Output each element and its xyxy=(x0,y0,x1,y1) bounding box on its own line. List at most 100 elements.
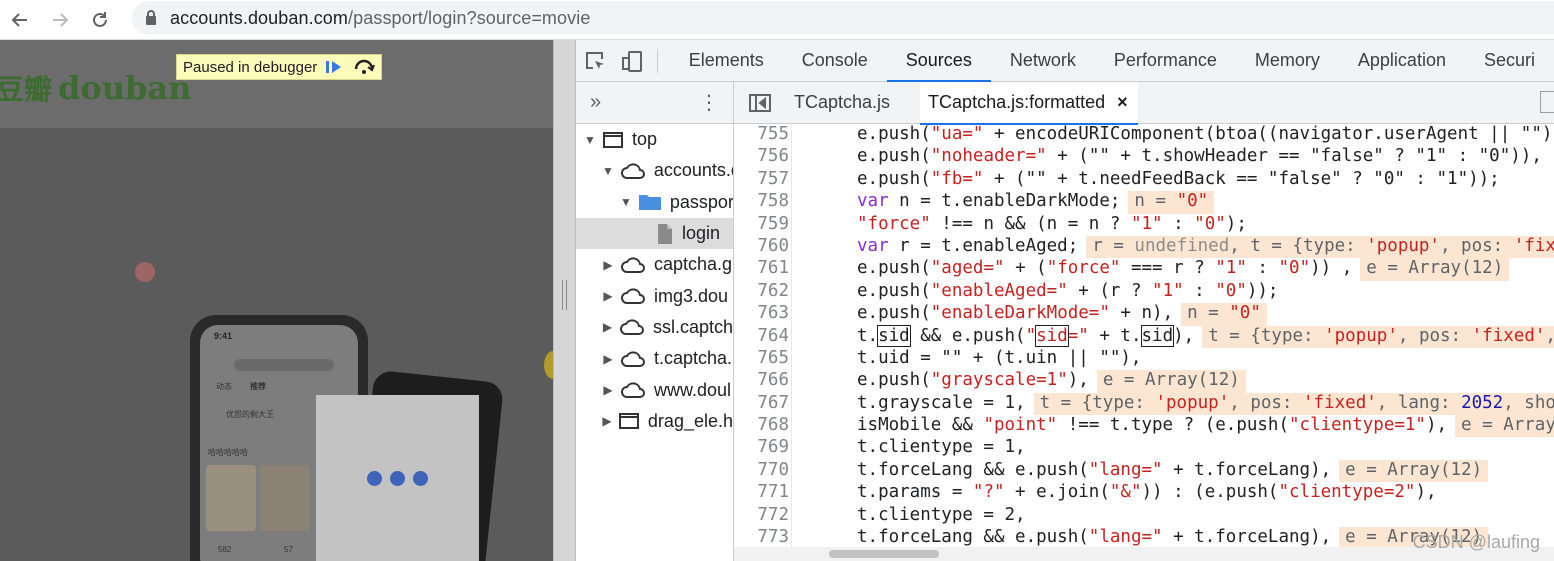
expand-right-icon[interactable]: ▶ xyxy=(602,352,614,366)
close-icon[interactable]: × xyxy=(1117,92,1128,113)
line-number[interactable]: 771 xyxy=(734,482,792,505)
inline-value[interactable]: t = {type: 'popup', pos: 'fixed', xyxy=(1202,325,1554,348)
tab-console[interactable]: Console xyxy=(783,40,887,82)
editor-tab[interactable]: TCaptcha.js:formatted × xyxy=(920,82,1138,125)
code-text: e.push("aged=" + ("force" === r ? "1" : … xyxy=(857,258,1353,279)
tree-item[interactable]: ▼ passpor xyxy=(576,187,733,218)
expand-right-icon[interactable]: ▶ xyxy=(602,289,614,303)
line-number[interactable]: 758 xyxy=(734,191,792,214)
tree-item[interactable]: ▶ img3.dou xyxy=(576,280,733,311)
resume-button[interactable] xyxy=(321,56,347,78)
code-text: e.push("enableDarkMode=" + n), xyxy=(857,303,1174,324)
inline-value[interactable]: n = "0" xyxy=(1128,191,1215,214)
tree-item[interactable]: ▼ accounts.d xyxy=(576,155,733,186)
inline-value[interactable]: e = Array(12) xyxy=(1096,370,1246,393)
devtools-panel: Elements Console Sources Network Performance… xyxy=(576,40,1554,561)
line-number[interactable]: 768 xyxy=(734,415,792,438)
address-bar[interactable]: accounts.douban.com/passport/login?sourc… xyxy=(132,1,1554,35)
cloud-icon xyxy=(619,318,645,336)
pet-photo xyxy=(206,465,256,531)
more-tabs-icon[interactable]: » xyxy=(590,91,601,114)
line-number[interactable]: 760 xyxy=(734,235,792,259)
browser-toolbar: accounts.douban.com/passport/login?sourc… xyxy=(0,0,1554,40)
tab-performance[interactable]: Performance xyxy=(1095,40,1236,82)
scrollbar-thumb[interactable] xyxy=(829,550,939,558)
tab-securi[interactable]: Securi xyxy=(1465,40,1554,82)
toggle-navigator-button[interactable] xyxy=(734,82,786,124)
line-number[interactable]: 759 xyxy=(734,213,792,236)
tab-memory[interactable]: Memory xyxy=(1236,40,1339,82)
code-line: 770 t.forceLang && e.push("lang=" + t.for… xyxy=(734,459,1554,483)
code-line: 771 t.params = "?" + e.join("&")) : (e.pu… xyxy=(734,482,1554,505)
expand-right-icon[interactable]: ▶ xyxy=(602,320,613,334)
back-button[interactable] xyxy=(0,0,40,40)
expand-down-icon[interactable]: ▼ xyxy=(584,133,596,147)
code-text: t.grayscale = 1, xyxy=(857,392,1026,413)
inline-value[interactable]: e = Array(12) xyxy=(1339,459,1489,483)
line-number[interactable]: 763 xyxy=(734,303,792,326)
expand-right-icon[interactable]: ▶ xyxy=(602,414,612,428)
loading-dot xyxy=(413,470,428,486)
phone-user: 优怨的剩大王 xyxy=(226,410,274,419)
code-view[interactable]: 755 e.push("ua=" + encodeURIComponent(bto… xyxy=(734,124,1554,561)
step-over-button[interactable] xyxy=(351,56,377,78)
toggle-debugger-button[interactable] xyxy=(1540,91,1554,113)
reload-button[interactable] xyxy=(80,0,120,40)
forward-button[interactable] xyxy=(40,0,80,40)
expand-down-icon[interactable]: ▼ xyxy=(620,195,632,209)
expand-down-icon[interactable]: ▼ xyxy=(602,164,614,178)
code-line: 764 t.sid && e.push("sid=" + t.sid), t = {… xyxy=(734,324,1554,348)
tab-sources[interactable]: Sources xyxy=(886,40,991,82)
line-number[interactable]: 769 xyxy=(734,437,792,460)
phone-comment-count: 57 xyxy=(284,545,293,554)
inline-value[interactable]: e = Array(12) xyxy=(1360,258,1510,281)
line-number[interactable]: 766 xyxy=(734,370,792,393)
tab-network[interactable]: Network xyxy=(991,40,1095,82)
line-number[interactable]: 764 xyxy=(734,325,792,348)
line-number[interactable]: 756 xyxy=(734,146,792,169)
tree-item[interactable]: login xyxy=(576,217,733,250)
line-number[interactable]: 755 xyxy=(734,124,792,147)
tree-item[interactable]: ▶ ssl.captch xyxy=(576,312,733,343)
line-number[interactable]: 762 xyxy=(734,280,792,304)
inline-value[interactable]: n = "0" xyxy=(1181,303,1267,326)
device-toolbar-button[interactable] xyxy=(613,40,650,82)
line-number[interactable]: 761 xyxy=(734,258,792,281)
code-line: 769 t.clientype = 1, xyxy=(734,437,1554,460)
code-text: t.clientype = 1, xyxy=(857,437,1026,458)
inspect-element-button[interactable] xyxy=(576,40,613,82)
inline-value[interactable]: t = {type: 'popup', pos: 'fixed', lang: … xyxy=(1033,392,1554,416)
line-number[interactable]: 765 xyxy=(734,347,792,371)
frame-icon xyxy=(618,412,640,430)
line-number[interactable]: 772 xyxy=(734,504,792,528)
line-number[interactable]: 757 xyxy=(734,168,792,192)
expand-right-icon[interactable]: ▶ xyxy=(602,383,614,397)
tree-item[interactable]: ▶ drag_ele.h xyxy=(576,406,733,437)
tree-item[interactable]: ▶ t.captcha. xyxy=(576,343,733,374)
line-number[interactable]: 767 xyxy=(734,392,792,416)
more-options-icon[interactable]: ⋮ xyxy=(699,90,719,115)
tree-item[interactable]: ▶ captcha.g xyxy=(576,249,733,280)
line-number[interactable]: 770 xyxy=(734,459,792,483)
douban-logo[interactable]: 豆瓣 douban xyxy=(0,68,191,108)
tab-elements[interactable]: Elements xyxy=(670,40,783,82)
editor-tab[interactable]: TCaptcha.js xyxy=(786,82,900,124)
arrow-left-icon xyxy=(11,12,27,27)
inline-value[interactable]: e = Array xyxy=(1455,415,1554,438)
inline-value[interactable]: r = undefined, t = {type: 'popup', pos: … xyxy=(1086,235,1554,259)
file-tree: ▼ top ▼ accounts.d ▼ passpor login ▶ captcha.g ▶ i… xyxy=(576,124,733,437)
code-text: isMobile && "point" !== t.type ? (e.push… xyxy=(857,415,1448,436)
arrow-right-icon xyxy=(53,12,69,27)
code-line: 759 "force" !== n && (n = n ? "1" : "0"); xyxy=(734,213,1554,236)
code-line: 761 e.push("aged=" + ("force" === r ? "1"… xyxy=(734,258,1554,281)
tree-item[interactable]: ▼ top xyxy=(576,124,733,155)
sidebar-toggle-icon xyxy=(749,93,771,112)
lock-icon xyxy=(146,9,156,25)
tree-item-label: www.doul xyxy=(654,379,732,400)
expand-right-icon[interactable]: ▶ xyxy=(602,258,614,272)
code-line: 755 e.push("ua=" + encodeURIComponent(bto… xyxy=(734,124,1554,147)
phone-search-bar xyxy=(234,359,334,371)
devtools-resize-handle[interactable] xyxy=(553,40,576,561)
tree-item[interactable]: ▶ www.doul xyxy=(576,374,733,405)
tab-application[interactable]: Application xyxy=(1339,40,1465,82)
